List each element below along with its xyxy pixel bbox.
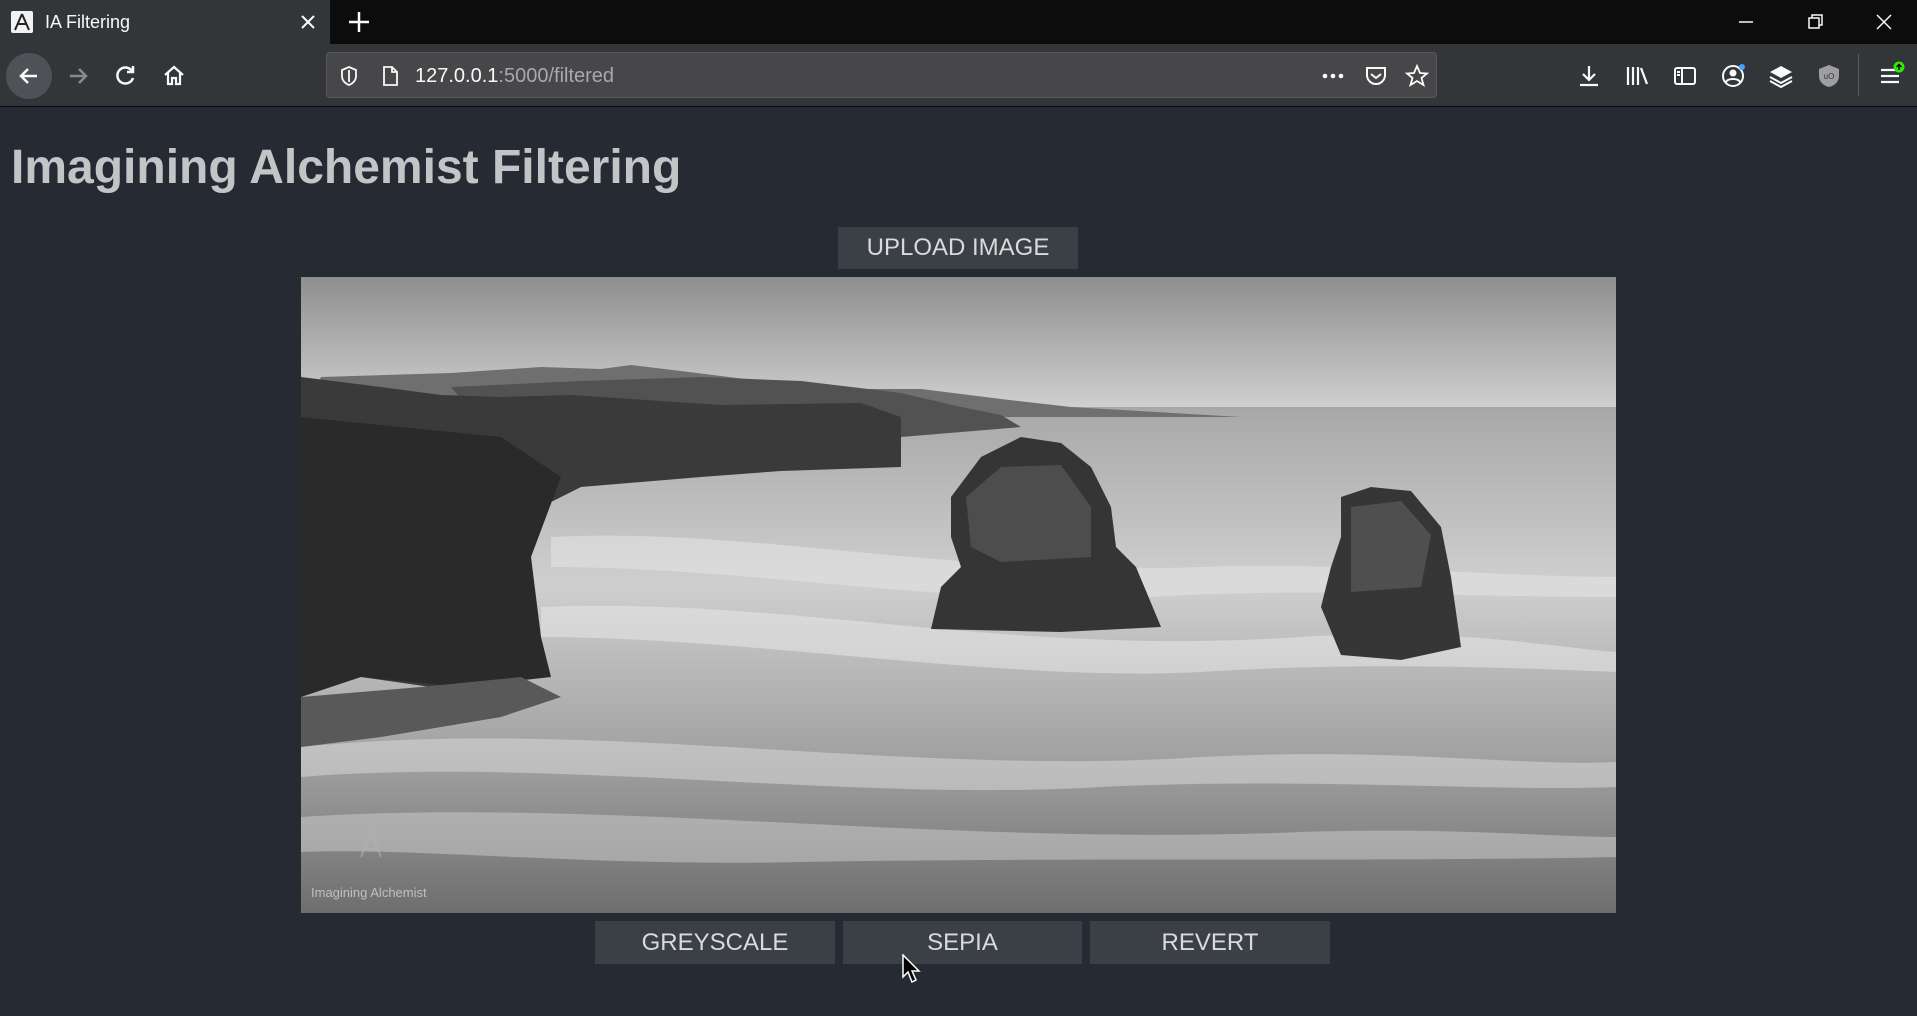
- menu-icon[interactable]: [1875, 61, 1905, 91]
- svg-text:uO: uO: [1824, 72, 1835, 81]
- browser-tab[interactable]: IA Filtering: [0, 0, 330, 44]
- sepia-button[interactable]: SEPIA: [843, 921, 1082, 964]
- forward-icon[interactable]: [55, 53, 101, 99]
- url-host: 127.0.0.1: [415, 65, 499, 87]
- home-icon[interactable]: [151, 53, 197, 99]
- image-watermark: Imagining Alchemist: [311, 885, 427, 900]
- ublock-icon[interactable]: uO: [1814, 61, 1844, 91]
- favicon-icon: [11, 11, 33, 33]
- back-icon[interactable]: [6, 53, 52, 99]
- account-icon[interactable]: [1718, 61, 1748, 91]
- browser-tab-strip: IA Filtering: [0, 0, 1917, 44]
- page-title: Imagining Alchemist Filtering: [11, 141, 682, 194]
- close-window-icon[interactable]: [1869, 8, 1899, 36]
- library-icon[interactable]: [1622, 61, 1652, 91]
- close-tab-icon[interactable]: [295, 9, 321, 35]
- bookmark-star-icon[interactable]: [1404, 63, 1430, 89]
- greyscale-button[interactable]: GREYSCALE: [595, 921, 835, 964]
- tracking-shield-icon[interactable]: [337, 64, 361, 88]
- page-actions-icon[interactable]: [1319, 64, 1347, 88]
- download-icon[interactable]: [1574, 61, 1604, 91]
- upload-image-button[interactable]: UPLOAD IMAGE: [838, 227, 1078, 269]
- page-content: Imagining Alchemist Filtering UPLOAD IMA…: [0, 108, 1917, 1016]
- browser-toolbar: 127.0.0.1:5000/filtered uO: [0, 44, 1917, 107]
- url-path: :5000/filtered: [498, 65, 615, 87]
- coastline-photo: [301, 277, 1616, 913]
- toolbar-separator: [1858, 54, 1859, 96]
- restore-icon[interactable]: [1800, 8, 1830, 36]
- sidebar-icon[interactable]: [1670, 61, 1700, 91]
- layers-extension-icon[interactable]: [1766, 61, 1796, 91]
- page-info-icon[interactable]: [378, 64, 402, 88]
- filtered-image: Imagining Alchemist: [301, 277, 1616, 913]
- mouse-cursor-icon: [902, 953, 922, 984]
- revert-button[interactable]: REVERT: [1090, 921, 1330, 964]
- url-bar[interactable]: 127.0.0.1:5000/filtered: [326, 52, 1437, 98]
- new-tab-icon[interactable]: [344, 7, 374, 37]
- tab-title: IA Filtering: [45, 12, 131, 32]
- url-text[interactable]: 127.0.0.1:5000/filtered: [415, 65, 614, 88]
- reload-icon[interactable]: [102, 53, 148, 99]
- minimize-icon[interactable]: [1731, 8, 1761, 36]
- pocket-icon[interactable]: [1363, 63, 1389, 89]
